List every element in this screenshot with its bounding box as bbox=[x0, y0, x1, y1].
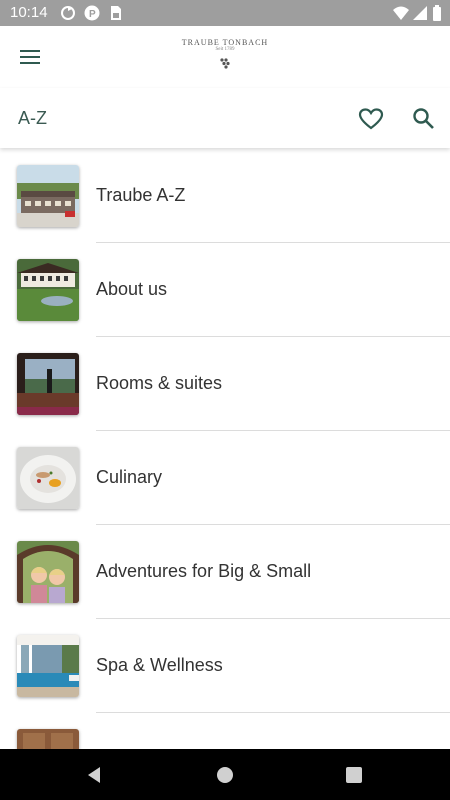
list-item-about-us[interactable]: About us bbox=[0, 243, 450, 337]
favorites-button[interactable] bbox=[357, 105, 385, 133]
battery-icon bbox=[432, 5, 442, 21]
list-item-label: Culinary bbox=[96, 467, 163, 487]
section-toolbar: A-Z bbox=[0, 88, 450, 148]
adventures-thumbnail bbox=[17, 541, 79, 603]
status-time: 10:14 bbox=[10, 4, 48, 21]
status-bar: 10:14 P bbox=[0, 0, 450, 26]
logo-subtitle: Seit 1789 bbox=[215, 47, 235, 52]
home-button[interactable] bbox=[214, 764, 236, 786]
brand-logo: TRAUBE TONBACH Seit 1789 bbox=[180, 36, 270, 80]
app-header: TRAUBE TONBACH Seit 1789 bbox=[0, 26, 450, 89]
heart-icon bbox=[358, 108, 384, 130]
search-icon bbox=[413, 108, 434, 129]
list-item-label: Rooms & suites bbox=[96, 373, 223, 393]
back-triangle-icon bbox=[88, 767, 100, 783]
search-button[interactable] bbox=[410, 105, 438, 133]
spa-thumbnail bbox=[17, 635, 79, 697]
list-item-label: Spa & Wellness bbox=[96, 655, 223, 675]
system-nav-bar bbox=[0, 749, 450, 800]
list-item-rooms-suites[interactable]: Rooms & suites bbox=[0, 337, 450, 431]
signal-icon bbox=[412, 5, 428, 21]
home-circle-icon bbox=[217, 767, 233, 783]
hotel-exterior-thumbnail bbox=[17, 165, 79, 227]
rooms-thumbnail bbox=[17, 353, 79, 415]
list-item-spa-wellness[interactable]: Spa & Wellness bbox=[0, 619, 450, 713]
sim-card-icon bbox=[108, 5, 124, 21]
list-item-culinary[interactable]: Culinary bbox=[0, 431, 450, 525]
list-item-partial[interactable] bbox=[0, 713, 450, 749]
partial-thumbnail bbox=[17, 729, 79, 749]
list-item-traube-a-z[interactable]: Traube A-Z bbox=[0, 149, 450, 243]
about-us-thumbnail bbox=[17, 259, 79, 321]
page-title: A-Z bbox=[18, 108, 47, 128]
culinary-thumbnail bbox=[17, 447, 79, 509]
list-item-adventures[interactable]: Adventures for Big & Small bbox=[0, 525, 450, 619]
svg-text:P: P bbox=[89, 9, 96, 20]
list-item-label: About us bbox=[96, 279, 168, 299]
recents-square-icon bbox=[346, 767, 362, 783]
back-button[interactable] bbox=[84, 764, 106, 786]
hamburger-menu-icon bbox=[20, 50, 40, 64]
p-badge-icon: P bbox=[84, 5, 100, 21]
grape-logo-icon bbox=[220, 58, 230, 69]
sync-icon bbox=[60, 5, 76, 21]
logo-name: TRAUBE TONBACH bbox=[181, 38, 269, 47]
menu-button[interactable] bbox=[18, 44, 44, 70]
list-item-label: Traube A-Z bbox=[96, 185, 186, 205]
recents-button[interactable] bbox=[343, 764, 365, 786]
category-list: Traube A-Z About us Rooms & suites Culin… bbox=[0, 149, 450, 749]
wifi-icon bbox=[392, 5, 410, 21]
list-item-label: Adventures for Big & Small bbox=[96, 561, 312, 581]
